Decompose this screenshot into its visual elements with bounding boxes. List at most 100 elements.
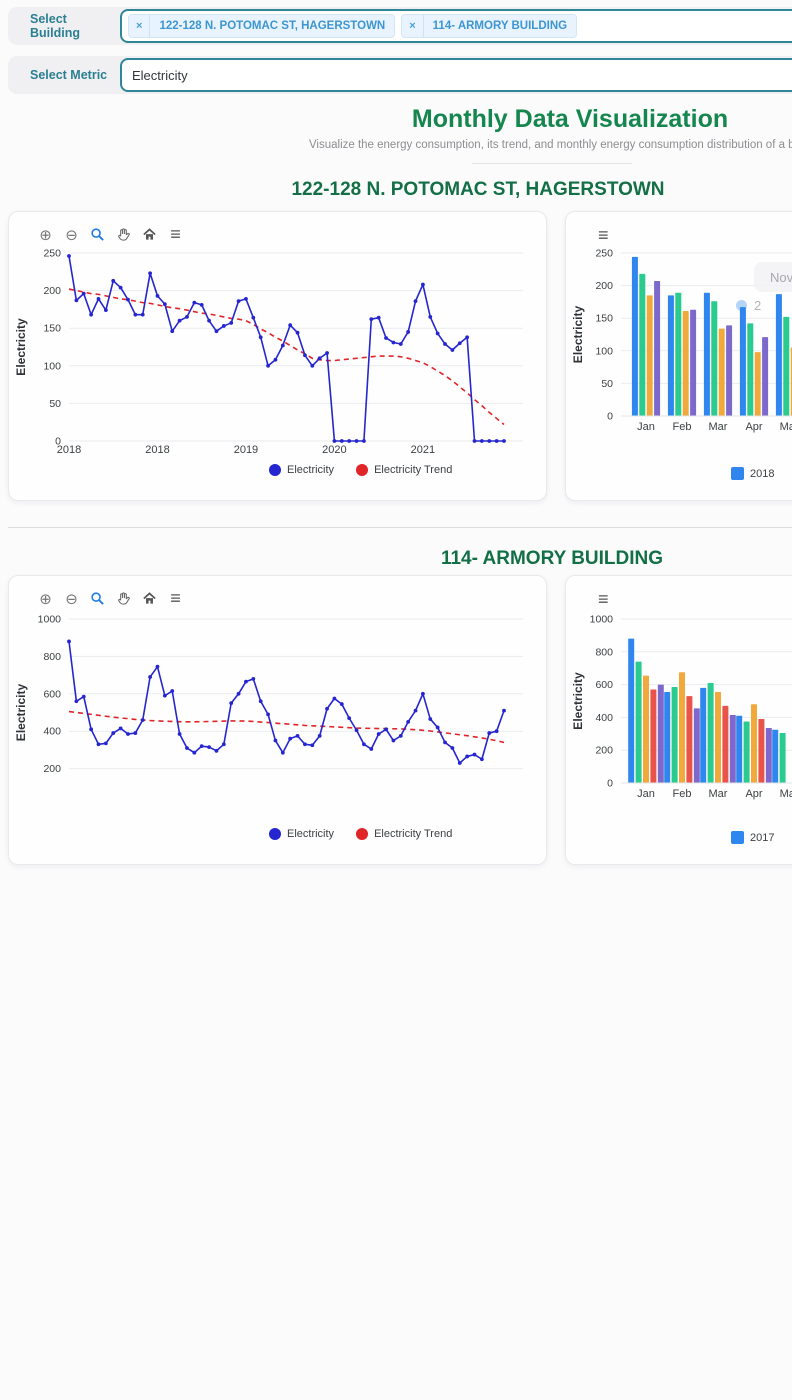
svg-text:50: 50 xyxy=(601,378,613,390)
hover-tooltip-dot xyxy=(736,300,747,311)
section-divider xyxy=(8,527,792,528)
metric-select[interactable]: Electricity xyxy=(120,58,792,92)
svg-text:200: 200 xyxy=(43,763,61,775)
svg-text:200: 200 xyxy=(595,280,613,292)
svg-text:2020: 2020 xyxy=(322,444,346,456)
building-2-bar-chart-card: ≡ 0 200 400 600 800 1000 Electricity Jan Feb Mar A… xyxy=(565,575,792,865)
svg-text:Feb: Feb xyxy=(673,788,692,800)
svg-text:Jan: Jan xyxy=(637,421,655,433)
zoom-in-icon[interactable]: ⊕ xyxy=(37,226,54,243)
home-icon[interactable] xyxy=(141,226,158,243)
metric-filter-row: Select Metric Electricity xyxy=(8,56,792,94)
svg-text:1000: 1000 xyxy=(590,614,614,626)
home-icon[interactable] xyxy=(141,590,158,607)
svg-text:May: May xyxy=(780,421,792,433)
chip-remove-icon[interactable]: × xyxy=(402,15,423,37)
svg-text:600: 600 xyxy=(595,679,613,691)
box-zoom-icon[interactable] xyxy=(89,226,106,243)
plot-toolbar: ⊕ ⊖ ≡ xyxy=(37,226,184,243)
svg-text:May: May xyxy=(780,788,792,800)
bar-chart-legend: 20172018201920202021 xyxy=(731,831,792,844)
svg-text:2019: 2019 xyxy=(234,444,258,456)
legend-item-electricity[interactable]: Electricity xyxy=(269,464,334,476)
page-title: Monthly Data Visualization xyxy=(0,105,792,134)
svg-text:150: 150 xyxy=(43,323,61,335)
page-subtitle: Visualize the energy consumption, its tr… xyxy=(0,139,792,151)
hover-tooltip-month: Nov xyxy=(770,270,792,285)
menu-icon[interactable]: ≡ xyxy=(167,590,184,607)
svg-text:150: 150 xyxy=(595,313,613,325)
svg-text:50: 50 xyxy=(49,398,61,410)
svg-text:800: 800 xyxy=(595,646,613,658)
svg-text:2021: 2021 xyxy=(411,444,435,456)
line-chart-legend: Electricity Electricity Trend xyxy=(269,828,452,840)
legend-item-electricity[interactable]: Electricity xyxy=(269,828,334,840)
svg-text:Apr: Apr xyxy=(745,421,762,433)
pan-icon[interactable] xyxy=(115,226,132,243)
legend-swatch xyxy=(269,828,281,840)
svg-text:0: 0 xyxy=(607,411,613,423)
building-2-title: 114- ARMORY BUILDING xyxy=(0,548,792,570)
legend-swatch xyxy=(356,464,368,476)
line-chart-legend: Electricity Electricity Trend xyxy=(269,464,452,476)
svg-text:2018: 2018 xyxy=(145,444,169,456)
legend-item-2017[interactable]: 2017 xyxy=(731,831,774,844)
svg-text:200: 200 xyxy=(595,745,613,757)
building-1-title: 122-128 N. POTOMAC ST, HAGERSTOWN xyxy=(0,179,792,201)
hover-tooltip-series: 2 xyxy=(736,298,761,313)
metric-filter-label: Select Metric xyxy=(30,68,120,82)
legend-swatch xyxy=(731,467,744,480)
app-root: Select Building ×122-128 N. POTOMAC ST, … xyxy=(0,0,792,1400)
svg-text:Jan: Jan xyxy=(637,788,655,800)
svg-text:Mar: Mar xyxy=(709,788,728,800)
svg-text:250: 250 xyxy=(43,248,61,260)
bar-chart-legend: 2018201920202021 xyxy=(731,467,792,480)
y-axis-label: Electricity xyxy=(571,305,585,363)
building-1-line-plot[interactable]: 050100150200250Electricity20182018201920… xyxy=(9,244,546,458)
svg-text:Mar: Mar xyxy=(709,421,728,433)
y-axis-label: Electricity xyxy=(14,683,28,741)
plot-toolbar: ⊕ ⊖ ≡ xyxy=(37,590,184,607)
legend-item-electricity-trend[interactable]: Electricity Trend xyxy=(356,828,452,840)
zoom-in-icon[interactable]: ⊕ xyxy=(37,590,54,607)
pan-icon[interactable] xyxy=(115,590,132,607)
box-zoom-icon[interactable] xyxy=(89,590,106,607)
svg-text:100: 100 xyxy=(43,360,61,372)
svg-text:0: 0 xyxy=(607,778,613,790)
legend-label: Electricity Trend xyxy=(374,828,452,840)
legend-swatch xyxy=(269,464,281,476)
legend-label: 2018 xyxy=(750,468,774,480)
building-chip[interactable]: ×114- ARMORY BUILDING xyxy=(401,14,577,38)
svg-text:200: 200 xyxy=(43,285,61,297)
building-filter-label: Select Building xyxy=(30,12,120,40)
svg-text:800: 800 xyxy=(43,651,61,663)
building-multiselect[interactable]: ×122-128 N. POTOMAC ST, HAGERSTOWN×114- … xyxy=(120,9,792,43)
legend-label: Electricity xyxy=(287,464,334,476)
building-chip[interactable]: ×122-128 N. POTOMAC ST, HAGERSTOWN xyxy=(128,14,395,38)
svg-text:100: 100 xyxy=(595,345,613,357)
menu-icon[interactable]: ≡ xyxy=(598,228,609,242)
svg-text:400: 400 xyxy=(595,712,613,724)
building-filter-row: Select Building ×122-128 N. POTOMAC ST, … xyxy=(8,7,792,45)
building-chip-label: 114- ARMORY BUILDING xyxy=(424,20,576,32)
y-axis-label: Electricity xyxy=(571,672,585,730)
building-2-line-plot[interactable]: 2004006008001000Electricity xyxy=(9,608,546,822)
header-divider xyxy=(472,163,632,164)
legend-label: Electricity Trend xyxy=(374,464,452,476)
zoom-out-icon[interactable]: ⊖ xyxy=(63,590,80,607)
legend-label: 2017 xyxy=(750,832,774,844)
y-axis-label: Electricity xyxy=(14,318,28,376)
hover-tooltip: Nov xyxy=(754,262,792,292)
svg-text:400: 400 xyxy=(43,726,61,738)
svg-text:Feb: Feb xyxy=(673,421,692,433)
chip-remove-icon[interactable]: × xyxy=(129,15,150,37)
legend-swatch xyxy=(356,828,368,840)
building-2-bar-plot[interactable]: 0 200 400 600 800 1000 Electricity Jan Feb Mar Apr… xyxy=(566,608,792,813)
zoom-out-icon[interactable]: ⊖ xyxy=(63,226,80,243)
menu-icon[interactable]: ≡ xyxy=(167,226,184,243)
legend-item-2018[interactable]: 2018 xyxy=(731,467,774,480)
legend-item-electricity-trend[interactable]: Electricity Trend xyxy=(356,464,452,476)
menu-icon[interactable]: ≡ xyxy=(598,592,609,606)
building-chip-label: 122-128 N. POTOMAC ST, HAGERSTOWN xyxy=(150,20,394,32)
svg-text:Apr: Apr xyxy=(745,788,762,800)
